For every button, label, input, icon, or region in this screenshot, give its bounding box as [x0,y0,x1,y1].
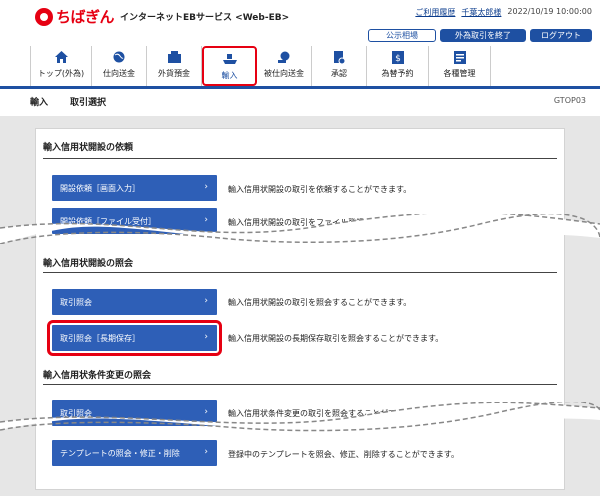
bank-logo: ちばぎん インターネットEBサービス <Web-EB> [35,6,289,27]
globe-icon [112,51,126,65]
deposit-icon [167,51,181,65]
nav-item-import[interactable]: 輸入 [202,46,257,86]
button-label: 取引照会［長期保存］ [60,333,140,343]
chevron-right-icon: › [204,332,208,342]
nav-item-outward-remittance[interactable]: 仕向送金 [92,46,147,86]
public-rates-button[interactable]: 公示相場 [368,29,436,42]
home-icon [54,51,68,65]
exchange-icon: $ [391,51,405,65]
logo-text: ちばぎん [56,8,115,26]
chevron-right-icon: › [204,447,208,457]
row-description: 輸入信用状開設の長期保存取引を照会することができます。 [228,334,444,343]
nav-item-fx-contract[interactable]: $ 為替予約 [367,46,429,86]
usage-history-link[interactable]: ご利用履歴 [415,7,455,18]
section-title-lc-amendment: 輸入信用状条件変更の照会 [43,371,152,381]
screen-id: GTOP03 [553,96,586,105]
breadcrumb-category: 輸入 [30,98,49,108]
torn-edge-divider [0,402,600,432]
management-icon [453,51,467,65]
row-description: 輸入信用状開設の取引を依頼することができます。 [228,185,412,194]
approval-icon [332,51,346,65]
login-datetime: 2022/10/19 10:00:00 [507,7,592,16]
nav-label: 被仕向送金 [264,69,304,78]
button-label: 取引照会 [60,297,92,307]
row-description: 輸入信用状開設の取引を照会することができます。 [228,298,412,307]
button-label: テンプレートの照会・修正・削除 [60,448,180,458]
section-title-lc-inquiry: 輸入信用状開設の照会 [43,259,134,269]
logo-mark-icon [35,7,53,26]
template-manage-button[interactable]: テンプレートの照会・修正・削除 › [52,440,217,466]
torn-edge-divider [0,214,600,244]
nav-label: トップ(外為) [37,69,85,78]
button-label: 開設依頼［画面入力］ [60,183,140,193]
lc-request-screen-input-button[interactable]: 開設依頼［画面入力］ › [52,175,217,201]
nav-label: 輸入 [221,71,238,80]
section-title-lc-request: 輸入信用状開設の依頼 [43,143,134,153]
row-description: 登録中のテンプレートを照会、修正、削除することができます。 [228,450,459,459]
section-divider [43,158,557,159]
nav-label: 外貨預金 [158,69,190,78]
receive-money-icon [277,51,291,65]
chevron-right-icon: › [204,182,208,192]
chevron-right-icon: › [204,296,208,306]
breadcrumb: 輸入 取引選択 [30,95,106,108]
section-divider [43,272,557,273]
logout-button[interactable]: ログアウト [530,29,592,42]
nav-item-approval[interactable]: 承認 [312,46,367,86]
user-name-link[interactable]: 千葉太郎様 [461,7,501,18]
nav-item-management[interactable]: 各種管理 [429,46,491,86]
nav-divider [0,86,600,89]
transaction-inquiry-button[interactable]: 取引照会 › [52,289,217,315]
breadcrumb-page: 取引選択 [70,98,107,108]
section-divider [43,384,557,385]
svg-text:$: $ [395,54,401,64]
header-info: ご利用履歴 千葉太郎様 2022/10/19 10:00:00 [415,7,592,18]
global-nav: トップ(外為) 仕向送金 外貨預金 輸入 被仕向送金 承認 $ 為替予約 各種管… [30,46,491,86]
nav-label: 承認 [331,69,347,78]
nav-label: 各種管理 [443,69,476,78]
end-fx-button[interactable]: 外為取引を終了 [440,29,526,42]
nav-label: 仕向送金 [103,69,135,78]
nav-label: 為替予約 [381,69,414,78]
nav-item-top[interactable]: トップ(外為) [30,46,92,86]
service-name: インターネットEBサービス <Web-EB> [120,13,290,23]
ship-icon [222,53,237,67]
header-buttons: 公示相場 外為取引を終了 ログアウト [368,29,592,42]
nav-item-fx-deposit[interactable]: 外貨預金 [147,46,202,86]
transaction-inquiry-archive-button[interactable]: 取引照会［長期保存］ › [47,320,222,356]
nav-item-inward-remittance[interactable]: 被仕向送金 [257,46,312,86]
